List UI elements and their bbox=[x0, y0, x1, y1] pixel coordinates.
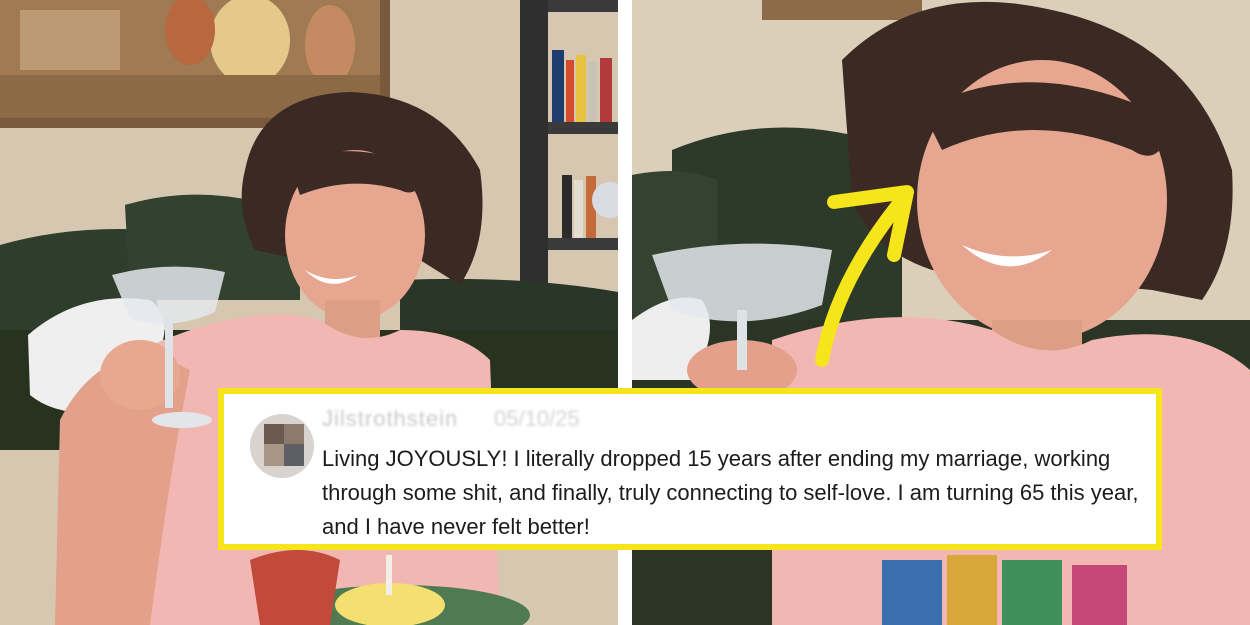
comment-username: Jilstrothstein bbox=[322, 406, 459, 431]
comment-box: Jilstrothstein 05/10/25 Living JOYOUSLY!… bbox=[218, 388, 1162, 550]
avatar bbox=[250, 414, 314, 478]
comment-date: 05/10/25 bbox=[494, 406, 580, 431]
comment-text: Living JOYOUSLY! I literally dropped 15 … bbox=[322, 446, 1139, 539]
